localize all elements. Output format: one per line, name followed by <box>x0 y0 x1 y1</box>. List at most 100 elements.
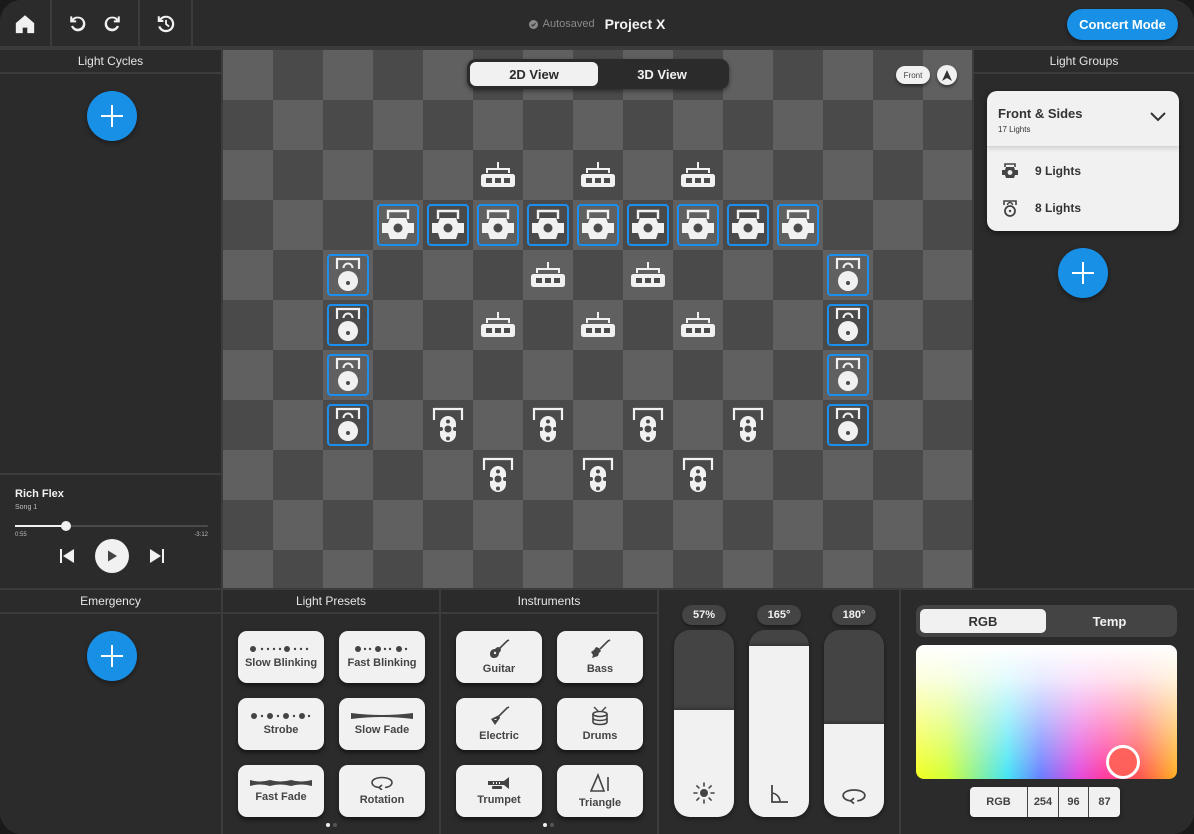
grid-cell[interactable] <box>573 250 623 300</box>
grid-cell[interactable] <box>273 200 323 250</box>
grid-cell[interactable] <box>723 50 773 100</box>
grid-cell[interactable] <box>873 450 923 500</box>
grid-cell[interactable] <box>273 50 323 100</box>
grid-cell[interactable] <box>323 200 373 250</box>
par-fixture-selected[interactable] <box>327 354 369 396</box>
group-subrow-spot[interactable]: 9 Lights <box>1000 159 1081 183</box>
play-button[interactable] <box>95 539 129 573</box>
grid-cell[interactable] <box>473 500 523 550</box>
grid-cell[interactable] <box>773 50 823 100</box>
grid-cell[interactable] <box>223 150 273 200</box>
grid-cell[interactable] <box>473 550 523 588</box>
preset-strobe[interactable]: Strobe <box>238 698 324 750</box>
instrument-trumpet[interactable]: Trumpet <box>456 765 542 817</box>
group-header[interactable]: Front & Sides 17 Lights <box>987 91 1179 147</box>
grid-cell[interactable] <box>223 300 273 350</box>
rotation-slider[interactable] <box>824 630 884 817</box>
grid-cell[interactable] <box>623 100 673 150</box>
grid-cell[interactable] <box>573 500 623 550</box>
grid-cell[interactable] <box>473 100 523 150</box>
grid-cell[interactable] <box>523 100 573 150</box>
grid-cell[interactable] <box>523 450 573 500</box>
grid-cell[interactable] <box>923 450 972 500</box>
grid-cell[interactable] <box>873 150 923 200</box>
grid-cell[interactable] <box>573 100 623 150</box>
group-subrow-par[interactable]: 8 Lights <box>1000 196 1081 220</box>
led-bar-fixture[interactable] <box>527 254 569 296</box>
preset-fast-blinking[interactable]: Fast Blinking <box>339 631 425 683</box>
tab-2d-view[interactable]: 2D View <box>470 62 598 86</box>
grid-cell[interactable] <box>573 350 623 400</box>
grid-cell[interactable] <box>823 550 873 588</box>
next-track-button[interactable] <box>148 547 166 565</box>
grid-cell[interactable] <box>523 550 573 588</box>
previous-track-button[interactable] <box>58 547 76 565</box>
grid-cell[interactable] <box>273 500 323 550</box>
led-bar-fixture[interactable] <box>577 304 619 346</box>
tab-rgb[interactable]: RGB <box>920 609 1046 633</box>
grid-cell[interactable] <box>673 350 723 400</box>
redo-button[interactable] <box>101 13 123 35</box>
grid-cell[interactable] <box>373 250 423 300</box>
preset-slow-fade[interactable]: Slow Fade <box>339 698 425 750</box>
history-button[interactable] <box>140 0 193 48</box>
grid-cell[interactable] <box>723 550 773 588</box>
spot-fixture-selected[interactable] <box>477 204 519 246</box>
grid-cell[interactable] <box>923 500 972 550</box>
par-fixture-selected[interactable] <box>827 404 869 446</box>
led-bar-fixture[interactable] <box>677 304 719 346</box>
readout-mode[interactable]: RGB <box>970 787 1028 817</box>
grid-cell[interactable] <box>423 450 473 500</box>
grid-cell[interactable] <box>273 350 323 400</box>
grid-cell[interactable] <box>373 400 423 450</box>
grid-cell[interactable] <box>423 100 473 150</box>
compass-button[interactable] <box>937 65 957 85</box>
spot-fixture-selected[interactable] <box>727 204 769 246</box>
add-emergency-button[interactable] <box>87 631 137 681</box>
grid-cell[interactable] <box>223 250 273 300</box>
wash-fixture[interactable] <box>727 404 769 446</box>
grid-cell[interactable] <box>223 500 273 550</box>
instrument-electric[interactable]: Electric <box>456 698 542 750</box>
grid-cell[interactable] <box>823 450 873 500</box>
grid-cell[interactable] <box>623 550 673 588</box>
grid-cell[interactable] <box>223 200 273 250</box>
preset-fast-fade[interactable]: Fast Fade <box>238 765 324 817</box>
grid-cell[interactable] <box>223 400 273 450</box>
wash-fixture[interactable] <box>627 404 669 446</box>
grid-cell[interactable] <box>373 300 423 350</box>
grid-cell[interactable] <box>723 250 773 300</box>
grid-cell[interactable] <box>873 350 923 400</box>
grid-cell[interactable] <box>623 350 673 400</box>
grid-cell[interactable] <box>423 550 473 588</box>
home-button[interactable] <box>0 0 52 48</box>
grid-cell[interactable] <box>773 350 823 400</box>
tab-3d-view[interactable]: 3D View <box>598 62 726 86</box>
grid-cell[interactable] <box>823 200 873 250</box>
grid-cell[interactable] <box>673 400 723 450</box>
grid-cell[interactable] <box>423 150 473 200</box>
grid-cell[interactable] <box>873 300 923 350</box>
grid-cell[interactable] <box>873 200 923 250</box>
stage-grid[interactable]: 2D View 3D View Front <box>223 50 972 588</box>
grid-cell[interactable] <box>723 100 773 150</box>
instrument-bass[interactable]: Bass <box>557 631 643 683</box>
grid-cell[interactable] <box>723 450 773 500</box>
spot-fixture-selected[interactable] <box>527 204 569 246</box>
grid-cell[interactable] <box>373 100 423 150</box>
grid-cell[interactable] <box>223 350 273 400</box>
grid-cell[interactable] <box>273 400 323 450</box>
grid-cell[interactable] <box>423 50 473 100</box>
led-bar-fixture[interactable] <box>477 304 519 346</box>
grid-cell[interactable] <box>323 100 373 150</box>
grid-cell[interactable] <box>273 550 323 588</box>
grid-cell[interactable] <box>773 300 823 350</box>
led-bar-fixture[interactable] <box>577 154 619 196</box>
presets-page-indicator[interactable] <box>326 823 337 827</box>
grid-cell[interactable] <box>523 300 573 350</box>
light-group-card[interactable]: Front & Sides 17 Lights 9 Lights 8 Light… <box>987 91 1179 231</box>
grid-cell[interactable] <box>373 450 423 500</box>
grid-cell[interactable] <box>423 500 473 550</box>
grid-cell[interactable] <box>773 450 823 500</box>
grid-cell[interactable] <box>323 500 373 550</box>
